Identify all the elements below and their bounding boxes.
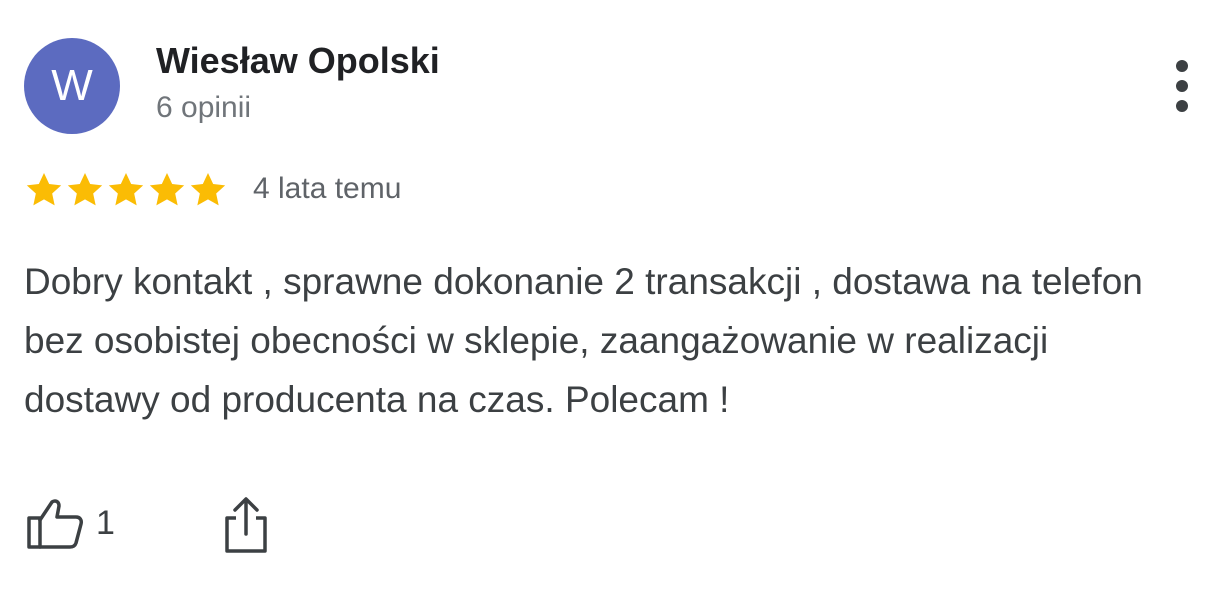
avatar[interactable]: W — [24, 38, 120, 134]
share-button[interactable] — [220, 496, 272, 554]
share-icon — [225, 497, 267, 553]
author-name[interactable]: Wiesław Opolski — [156, 40, 440, 82]
star-icon — [26, 173, 62, 206]
like-button[interactable]: 1 — [26, 496, 126, 552]
more-options-button[interactable] — [1160, 56, 1204, 116]
star-icon — [67, 173, 103, 206]
review-card: W Wiesław Opolski 6 opinii 4 lata temu D… — [0, 0, 1227, 601]
review-count[interactable]: 6 opinii — [156, 91, 251, 125]
review-text: Dobry kontakt , sprawne dokonanie 2 tran… — [24, 261, 1143, 420]
star-icon — [149, 173, 185, 206]
star-rating — [24, 170, 229, 210]
more-vert-icon — [1176, 80, 1188, 92]
thumbs-up-icon — [27, 499, 83, 549]
more-vert-icon — [1176, 100, 1188, 112]
more-vert-icon — [1176, 60, 1188, 72]
star-icon — [190, 173, 226, 206]
like-count: 1 — [96, 504, 115, 542]
review-date: 4 lata temu — [253, 172, 402, 205]
star-icon — [108, 173, 144, 206]
